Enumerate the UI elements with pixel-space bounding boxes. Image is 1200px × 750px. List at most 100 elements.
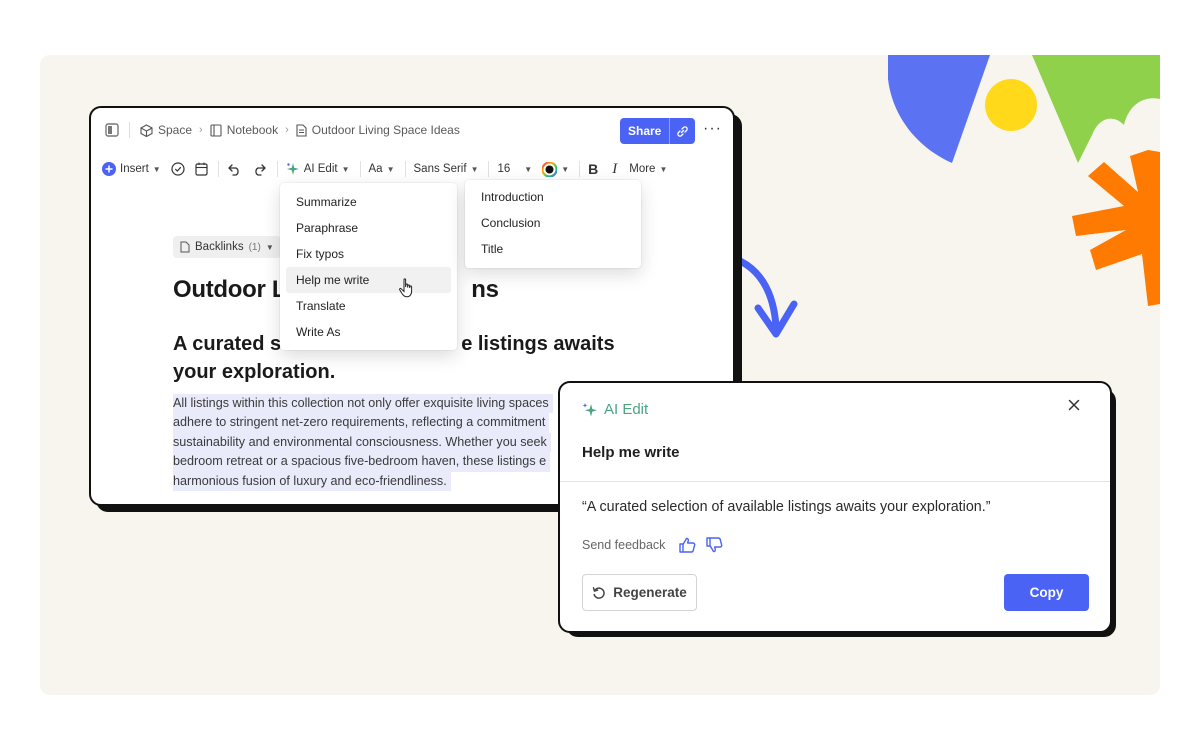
submenu-item-introduction[interactable]: Introduction [471,184,635,210]
sidebar-toggle-icon[interactable] [105,123,119,137]
body-line: sustainability and environmental conscio… [173,432,551,453]
decorative-blue-shape [888,55,990,163]
text-style-label: Aa [368,163,383,175]
font-size-label: 16 [497,163,511,175]
feedback-row: Send feedback [582,537,723,553]
more-format-button[interactable]: More ▼ [629,163,667,175]
text-color-button[interactable]: ▼ [542,161,570,177]
panel-header: AI Edit [582,401,648,418]
submenu-item-title[interactable]: Title [471,236,635,262]
regenerate-label: Regenerate [613,585,687,600]
panel-divider [560,481,1110,482]
toolbar-divider [579,161,581,177]
insert-label: Insert [120,163,149,175]
undo-button[interactable] [227,163,242,176]
backlinks-chip[interactable]: Backlinks (1) ▼ [173,236,281,258]
chevron-down-icon: ▼ [386,164,395,174]
submenu-item-conclusion[interactable]: Conclusion [471,210,635,236]
text-style-button[interactable]: Aa ▼ [369,163,395,175]
breadcrumb-space[interactable]: Space [140,123,192,137]
toolbar-divider [404,161,406,177]
copy-button[interactable]: Copy [1004,574,1089,611]
panel-title: AI Edit [604,401,649,418]
redo-button[interactable] [252,163,267,176]
font-family-select[interactable]: Sans Serif ▼ [414,163,479,175]
chevron-down-icon: ▼ [659,164,668,174]
undo-icon [227,163,239,176]
feedback-label: Send feedback [582,538,666,552]
body-line: adhere to stringent net-zero requirement… [173,413,550,433]
toolbar-divider [488,161,490,177]
bold-label: B [588,161,599,177]
refresh-icon [592,586,605,599]
toolbar-divider [217,161,219,177]
insert-button[interactable]: Insert ▼ [102,162,161,176]
font-family-label: Sans Serif [413,163,467,175]
menu-item-paraphrase[interactable]: Paraphrase [286,215,451,241]
link-icon [677,125,689,137]
generated-text: “A curated selection of available listin… [582,499,991,515]
breadcrumb-label: Outdoor Living Space Ideas [311,123,460,137]
help-me-write-submenu: Introduction Conclusion Title [465,180,641,268]
plus-circle-icon [102,162,116,176]
task-button[interactable] [171,162,185,176]
body-line: bedroom retreat or a spacious five-bedro… [173,452,551,472]
more-options-button[interactable]: ··· [703,120,722,138]
breadcrumb-label: Notebook [226,123,279,137]
ai-edit-button[interactable]: AI Edit ▼ [286,162,350,176]
title-start: Outdoor L [173,276,287,303]
italic-button[interactable]: I [612,161,617,178]
sparkle-icon [582,402,597,417]
ai-edit-label: AI Edit [303,163,338,175]
breadcrumb-label: Space [158,123,193,137]
decorative-green-shape [1032,55,1160,163]
chevron-down-icon: ▼ [152,164,161,174]
close-icon[interactable] [1068,399,1080,411]
hand-pointer-icon [399,278,413,298]
topbar-divider [129,122,130,138]
document-body[interactable]: All listings within this collection not … [173,394,593,492]
panel-subtitle: Help me write [582,444,680,461]
breadcrumb-separator: › [285,124,289,136]
share-button[interactable]: Share [620,118,670,144]
italic-label: I [612,160,618,177]
menu-item-summarize[interactable]: Summarize [286,189,451,215]
breadcrumb-notebook[interactable]: Notebook [210,123,278,137]
more-label: More [629,163,656,175]
breadcrumb-separator: › [199,124,203,136]
menu-item-fix-typos[interactable]: Fix typos [286,241,451,267]
format-toolbar: Insert ▼ AI Edit ▼ Aa ▼ Sans Serif ▼ 16 … [91,156,733,182]
bold-button[interactable]: B [588,161,598,177]
body-line: All listings within this collection not … [173,394,553,414]
sparkle-icon [286,163,299,175]
menu-item-help-me-write[interactable]: Help me write [286,267,451,293]
chevron-down-icon: ▼ [561,164,570,174]
decorative-orange-shape [1072,150,1160,306]
ai-edit-panel: AI Edit Help me write “A curated selecti… [558,381,1112,633]
page-icon [296,123,307,137]
title-end: ns [471,276,499,303]
cube-icon [140,123,153,137]
date-button[interactable] [195,162,208,176]
copy-link-button[interactable] [669,118,696,144]
backlinks-label: Backlinks [195,241,244,253]
chevron-down-icon: ▼ [265,242,274,252]
menu-item-write-as[interactable]: Write As [286,319,451,345]
chevron-down-icon: ▼ [341,164,350,174]
toolbar-divider [276,161,278,177]
decorative-yellow-circle [985,79,1037,131]
breadcrumb-page[interactable]: Outdoor Living Space Ideas [296,123,460,137]
subtitle-end: e listings awaits [461,333,615,355]
color-wheel-icon [542,161,558,177]
chevron-down-icon: ▼ [470,164,479,174]
menu-item-translate[interactable]: Translate [286,293,451,319]
chevron-down-icon: ▼ [524,164,533,174]
ai-edit-menu: Summarize Paraphrase Fix typos Help me w… [280,183,457,350]
font-size-select[interactable]: 16 ▼ [497,163,532,175]
thumbs-up-icon[interactable] [679,537,696,553]
regenerate-button[interactable]: Regenerate [582,574,697,611]
check-circle-icon [171,162,185,176]
thumbs-down-icon[interactable] [706,537,723,553]
subtitle-start: A curated s [173,333,282,355]
body-line: harmonious fusion of luxury and eco-frie… [173,471,451,492]
